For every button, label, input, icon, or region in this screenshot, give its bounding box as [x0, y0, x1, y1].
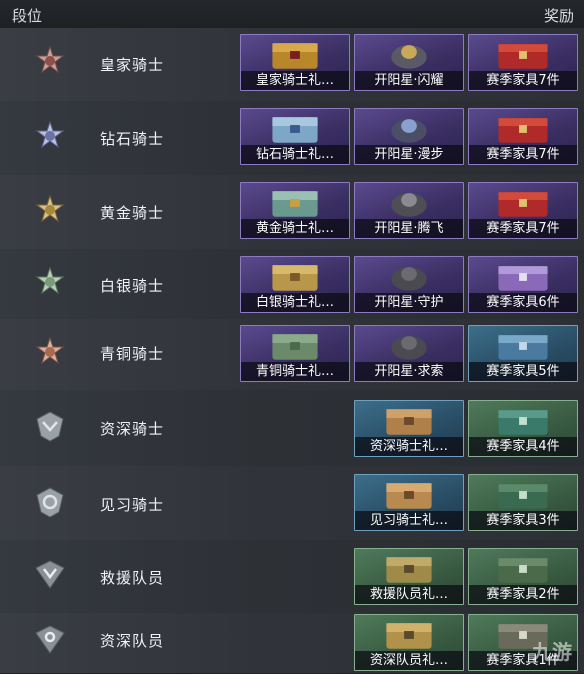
gift-chest-icon	[386, 623, 432, 649]
reward-card-furniture[interactable]: 赛季家具7件	[468, 182, 578, 239]
gift-chest-icon	[386, 409, 432, 435]
rank-row-trainee-knight: 见习骑士 见习骑士礼… 赛季家具3件	[0, 466, 584, 541]
reward-label: 资深队员礼…	[355, 651, 463, 670]
reward-card-gift-box[interactable]: 皇家骑士礼…	[240, 34, 350, 91]
rescue-member-badge-icon	[35, 560, 65, 589]
gift-chest-icon	[386, 557, 432, 583]
rank-row-silver-knight: 白银骑士 白银骑士礼… 开阳星·守护 赛季家具6件	[0, 249, 584, 320]
reward-card-mount[interactable]: 开阳星·闪耀	[354, 34, 464, 91]
reward-card-mount[interactable]: 开阳星·守护	[354, 256, 464, 313]
reward-card-gift-box[interactable]: 黄金骑士礼…	[240, 182, 350, 239]
rank-name: 青铜骑士	[100, 345, 165, 363]
gift-chest-icon	[272, 191, 318, 217]
gift-chest-icon	[272, 334, 318, 360]
reward-label: 赛季家具7件	[469, 71, 577, 90]
reward-label: 黄金骑士礼…	[241, 219, 349, 238]
reward-column-header: 奖励	[543, 7, 574, 25]
rank-column-header: 段位	[12, 7, 43, 25]
rank-row-senior-knight: 资深骑士 资深骑士礼… 赛季家具4件	[0, 390, 584, 467]
rank-name: 白银骑士	[100, 277, 165, 295]
furniture-chest-icon	[498, 335, 548, 360]
senior-knight-badge-icon	[36, 411, 64, 442]
reward-card-furniture[interactable]: 赛季家具6件	[468, 256, 578, 313]
gold-knight-badge-icon	[35, 195, 65, 223]
reward-label: 皇家骑士礼…	[241, 71, 349, 90]
mount-icon	[391, 119, 427, 143]
furniture-chest-icon	[498, 558, 548, 583]
reward-card-furniture[interactable]: 赛季家具5件	[468, 325, 578, 382]
mount-icon	[391, 267, 427, 291]
reward-card-gift-box[interactable]: 资深骑士礼…	[354, 400, 464, 457]
rank-row-rescue-member: 救援队员 救援队员礼… 赛季家具2件	[0, 540, 584, 614]
reward-label: 赛季家具5件	[469, 362, 577, 381]
reward-card-gift-box[interactable]: 白银骑士礼…	[240, 256, 350, 313]
senior-member-badge-icon	[35, 625, 65, 654]
reward-label: 青铜骑士礼…	[241, 362, 349, 381]
watermark-logo: 九游	[532, 640, 572, 664]
reward-label: 赛季家具7件	[469, 145, 577, 164]
mount-icon	[391, 193, 427, 217]
reward-card-furniture[interactable]: 赛季家具7件	[468, 108, 578, 165]
diamond-knight-badge-icon	[35, 121, 65, 149]
rank-row-senior-member: 资深队员 资深队员礼… 赛季家具1件	[0, 613, 584, 674]
rank-name: 资深队员	[100, 632, 165, 650]
reward-label: 开阳星·腾飞	[355, 219, 463, 238]
header-bar: 段位 奖励	[0, 0, 584, 29]
furniture-chest-icon	[498, 266, 548, 291]
reward-card-mount[interactable]: 开阳星·漫步	[354, 108, 464, 165]
rank-name: 黄金骑士	[100, 204, 165, 222]
furniture-chest-icon	[498, 44, 548, 69]
gift-chest-icon	[272, 43, 318, 69]
reward-card-mount[interactable]: 开阳星·求索	[354, 325, 464, 382]
reward-card-furniture[interactable]: 赛季家具3件	[468, 474, 578, 531]
reward-label: 开阳星·闪耀	[355, 71, 463, 90]
furniture-chest-icon	[498, 118, 548, 143]
gift-chest-icon	[386, 483, 432, 509]
reward-card-gift-box[interactable]: 救援队员礼…	[354, 548, 464, 605]
rank-name: 救援队员	[100, 569, 165, 587]
reward-label: 开阳星·漫步	[355, 145, 463, 164]
rank-row-bronze-knight: 青铜骑士 青铜骑士礼… 开阳星·求索 赛季家具5件	[0, 319, 584, 391]
reward-card-gift-box[interactable]: 见习骑士礼…	[354, 474, 464, 531]
reward-label: 开阳星·求索	[355, 362, 463, 381]
rank-row-diamond-knight: 钻石骑士 钻石骑士礼… 开阳星·漫步 赛季家具7件	[0, 101, 584, 176]
reward-label: 赛季家具4件	[469, 437, 577, 456]
furniture-chest-icon	[498, 410, 548, 435]
reward-card-gift-box[interactable]: 青铜骑士礼…	[240, 325, 350, 382]
reward-card-gift-box[interactable]: 资深队员礼…	[354, 614, 464, 671]
reward-label: 资深骑士礼…	[355, 437, 463, 456]
reward-label: 钻石骑士礼…	[241, 145, 349, 164]
trainee-knight-badge-icon	[36, 487, 64, 518]
silver-knight-badge-icon	[35, 267, 65, 295]
reward-label: 赛季家具7件	[469, 219, 577, 238]
reward-label: 赛季家具6件	[469, 293, 577, 312]
reward-card-gift-box[interactable]: 钻石骑士礼…	[240, 108, 350, 165]
bronze-knight-badge-icon	[35, 337, 65, 365]
rank-row-gold-knight: 黄金骑士 黄金骑士礼… 开阳星·腾飞 赛季家具7件	[0, 175, 584, 250]
reward-card-furniture[interactable]: 赛季家具7件	[468, 34, 578, 91]
gift-chest-icon	[272, 117, 318, 143]
rank-name: 钻石骑士	[100, 130, 165, 148]
reward-label: 开阳星·守护	[355, 293, 463, 312]
gift-chest-icon	[272, 265, 318, 291]
reward-label: 赛季家具3件	[469, 511, 577, 530]
reward-card-mount[interactable]: 开阳星·腾飞	[354, 182, 464, 239]
rank-row-royal-knight: 皇家骑士 皇家骑士礼… 开阳星·闪耀 赛季家具7件	[0, 28, 584, 102]
mount-icon	[391, 45, 427, 69]
reward-label: 赛季家具2件	[469, 585, 577, 604]
mount-icon	[391, 336, 427, 360]
royal-knight-badge-icon	[35, 46, 65, 74]
rank-name: 皇家骑士	[100, 56, 165, 74]
reward-card-furniture[interactable]: 赛季家具2件	[468, 548, 578, 605]
rank-name: 见习骑士	[100, 496, 165, 514]
furniture-chest-icon	[498, 192, 548, 217]
reward-label: 救援队员礼…	[355, 585, 463, 604]
rank-name: 资深骑士	[100, 420, 165, 438]
reward-card-furniture[interactable]: 赛季家具4件	[468, 400, 578, 457]
reward-label: 见习骑士礼…	[355, 511, 463, 530]
furniture-chest-icon	[498, 484, 548, 509]
reward-label: 白银骑士礼…	[241, 293, 349, 312]
